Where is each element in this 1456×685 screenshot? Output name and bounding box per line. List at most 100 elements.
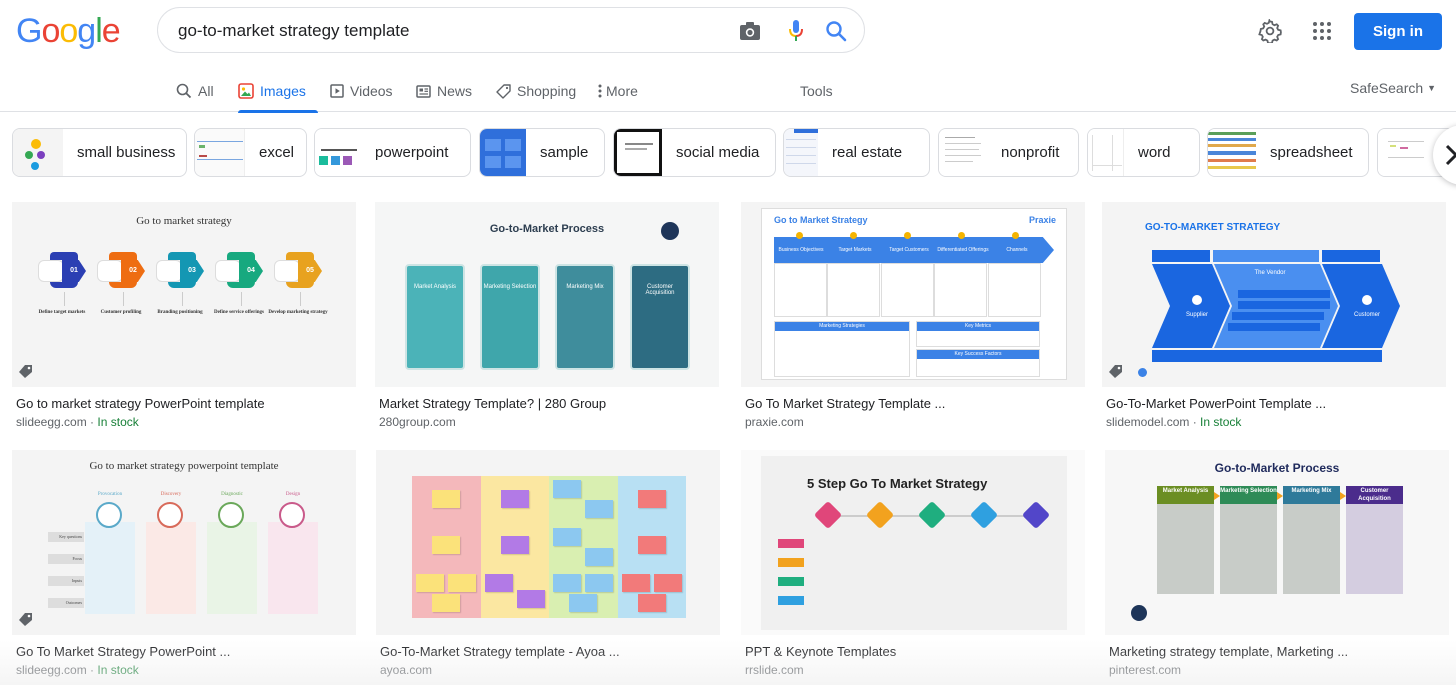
gear-icon[interactable] (1258, 19, 1282, 43)
image-result[interactable]: Go to Market Strategy Praxie Business Ob… (741, 202, 1085, 431)
result-thumbnail[interactable]: Go-to-Market Process Market Analysis Mark… (375, 202, 719, 387)
row-label-tag (778, 558, 804, 567)
chip-real-estate[interactable]: real estate (783, 128, 930, 177)
process-box: Marketing Mix (555, 264, 615, 370)
column-title: Provocation (97, 492, 123, 497)
chip-sample[interactable]: sample (479, 128, 605, 177)
step-label: Business Objectives (778, 247, 824, 253)
chip-label: spreadsheet (1270, 144, 1353, 161)
result-source: ayoa.com (380, 663, 433, 677)
sticky-note (432, 594, 460, 612)
tools-button[interactable]: Tools (800, 70, 833, 112)
process-box: Marketing Selection (480, 264, 540, 370)
chip-social-media[interactable]: social media (613, 128, 776, 177)
logo-letter: G (16, 12, 42, 50)
image-result[interactable]: Go to market strategy 01 Define target m… (12, 202, 356, 431)
tab-news[interactable]: News (416, 70, 472, 112)
result-thumbnail[interactable]: Go to market strategy 01 Define target m… (12, 202, 356, 387)
tab-videos[interactable]: Videos (330, 70, 393, 112)
result-thumbnail[interactable]: 5 Step Go To Market Strategy (741, 450, 1085, 635)
sticky-note (637, 536, 666, 554)
sticky-note (569, 594, 597, 612)
search-icon[interactable] (824, 19, 848, 43)
chip-word[interactable]: word (1087, 128, 1200, 177)
result-source: 280group.com (379, 415, 456, 429)
apps-grid-icon[interactable] (1310, 19, 1334, 43)
step-badge: 02 (97, 252, 151, 292)
chip-spreadsheet[interactable]: spreadsheet (1207, 128, 1369, 177)
chip-thumbnail (614, 129, 662, 176)
image-result[interactable]: GO-TO-MARKET STRATEGY Supplier The Vendo… (1102, 202, 1446, 431)
chip-excel[interactable]: excel (194, 128, 307, 177)
sticky-note (484, 574, 513, 592)
step-label: Target Markets (838, 247, 872, 253)
tab-shopping[interactable]: Shopping (496, 70, 576, 112)
step-label: Target Customers (889, 247, 929, 253)
chevron-right-icon (1445, 144, 1456, 166)
sticky-note (432, 536, 460, 554)
result-title[interactable]: Go-To-Market Strategy template - Ayoa ..… (380, 643, 720, 661)
row-label-tag (778, 596, 804, 605)
safesearch-dropdown[interactable]: SafeSearch ▼ (1350, 80, 1436, 96)
mic-icon[interactable] (784, 19, 808, 43)
tab-more[interactable]: More (598, 70, 638, 112)
result-source: pinterest.com (1109, 663, 1182, 677)
product-tag-icon (19, 613, 32, 626)
process-header: Marketing Selection (1220, 486, 1277, 504)
step-badge: 04 (215, 252, 269, 292)
tab-label: More (606, 83, 638, 99)
result-source: slideegg.com · In stock (16, 415, 139, 429)
result-thumbnail[interactable]: GO-TO-MARKET STRATEGY Supplier The Vendo… (1102, 202, 1446, 387)
tab-images[interactable]: Images (238, 70, 318, 113)
image-result[interactable]: Go to market strategy powerpoint templat… (12, 450, 356, 679)
sign-in-button[interactable]: Sign in (1354, 13, 1442, 50)
step-badge: 05 (274, 252, 328, 292)
result-title[interactable]: Marketing strategy template, Marketing .… (1109, 643, 1449, 661)
chip-nonprofit[interactable]: nonprofit (938, 128, 1079, 177)
result-title[interactable]: PPT & Keynote Templates (745, 643, 1085, 661)
thumbnail-caption: Go to market strategy powerpoint templat… (89, 460, 279, 472)
image-result[interactable]: Go-to-Market Process Market Analysis Mark… (1105, 450, 1449, 679)
column-title: Diagnostic (221, 492, 243, 497)
thumbnail-graphic: Supplier The Vendor Customer (1152, 250, 1400, 362)
chip-label: social media (676, 144, 760, 161)
chip-thumbnail (939, 129, 987, 176)
newspaper-icon (416, 84, 431, 98)
safesearch-label: SafeSearch (1350, 80, 1424, 96)
sticky-note (653, 574, 682, 592)
column-card (207, 522, 257, 614)
result-thumbnail[interactable]: Go-to-Market Process Market Analysis Mark… (1105, 450, 1449, 635)
chip-powerpoint[interactable]: powerpoint (314, 128, 471, 177)
board-column (549, 476, 618, 618)
brand-logo (1131, 605, 1147, 621)
related-chips: small business excel powerpoint sample s… (0, 128, 1456, 178)
result-title[interactable]: Go to market strategy PowerPoint templat… (16, 395, 356, 413)
search-input[interactable] (178, 18, 718, 44)
tab-all[interactable]: All (176, 70, 214, 112)
image-result[interactable]: Go-to-Market Process Market Analysis Mark… (375, 202, 719, 431)
result-thumbnail[interactable] (376, 450, 720, 635)
image-result[interactable]: 5 Step Go To Market Strategy PPT & Keyno… (741, 450, 1085, 679)
chip-small-business[interactable]: small business (12, 128, 187, 177)
google-logo[interactable]: Google (16, 12, 121, 51)
sticky-note (621, 574, 650, 592)
sticky-note (553, 480, 581, 498)
result-title[interactable]: Go To Market Strategy PowerPoint ... (16, 643, 356, 661)
row-label-tag (778, 539, 804, 548)
tools-label: Tools (800, 83, 833, 99)
chip-thumbnail (315, 129, 361, 176)
column-title: Discovery (160, 492, 182, 497)
camera-icon[interactable] (738, 19, 762, 43)
sticky-note (416, 574, 444, 592)
result-title[interactable]: Market Strategy Template? | 280 Group (379, 395, 719, 413)
result-thumbnail[interactable]: Go to market strategy powerpoint templat… (12, 450, 356, 635)
sticky-note (585, 574, 613, 592)
logo-letter: o (41, 12, 60, 50)
thumbnail-caption: 5 Step Go To Market Strategy (807, 476, 988, 491)
image-result[interactable]: Go-To-Market Strategy template - Ayoa ..… (376, 450, 720, 679)
result-thumbnail[interactable]: Go to Market Strategy Praxie Business Ob… (741, 202, 1085, 387)
result-title[interactable]: Go To Market Strategy Template ... (745, 395, 1085, 413)
result-title[interactable]: Go-To-Market PowerPoint Template ... (1106, 395, 1446, 413)
logo-letter: o (59, 12, 78, 50)
column-title: Design (285, 492, 301, 497)
